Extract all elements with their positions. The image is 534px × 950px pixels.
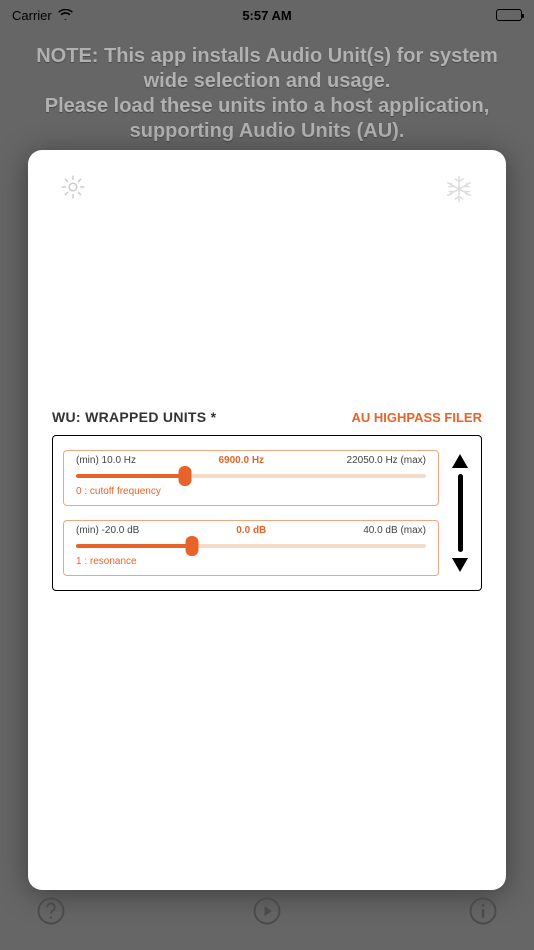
- scroll-up-icon[interactable]: [452, 454, 468, 468]
- note-line2: wide selection and usage.: [14, 69, 520, 94]
- background-note: NOTE: This app installs Audio Unit(s) fo…: [0, 30, 534, 144]
- param-slider[interactable]: [76, 538, 426, 554]
- status-right: [496, 9, 522, 21]
- scrollbar-thumb[interactable]: [458, 474, 463, 552]
- slider-fill: [76, 474, 185, 478]
- wifi-icon: [58, 8, 73, 23]
- note-line3: Please load these units into a host appl…: [14, 94, 520, 119]
- bottom-toolbar: [0, 896, 534, 926]
- info-icon[interactable]: [468, 896, 498, 926]
- param-cutoff-frequency: (min) 10.0 Hz 6900.0 Hz 22050.0 Hz (max)…: [63, 450, 439, 506]
- param-max-label: 22050.0 Hz (max): [347, 455, 426, 466]
- param-name-label: 1 : resonance: [76, 556, 426, 567]
- param-max-label: 40.0 dB (max): [363, 525, 426, 536]
- note-line1: NOTE: This app installs Audio Unit(s) fo…: [14, 44, 520, 69]
- modal-top-icons: [52, 174, 482, 209]
- modal-card: WU: WRAPPED UNITS * AU HIGHPASS FILER (m…: [28, 150, 506, 890]
- param-slider[interactable]: [76, 468, 426, 484]
- battery-icon: [496, 9, 522, 21]
- note-line4: supporting Audio Units (AU).: [14, 119, 520, 144]
- param-name-label: 0 : cutoff frequency: [76, 486, 426, 497]
- sun-icon[interactable]: [60, 174, 86, 209]
- carrier-label: Carrier: [12, 8, 52, 23]
- scroll-down-icon[interactable]: [452, 558, 468, 572]
- params-list: (min) 10.0 Hz 6900.0 Hz 22050.0 Hz (max)…: [63, 450, 439, 576]
- panel-title-row: WU: WRAPPED UNITS * AU HIGHPASS FILER: [52, 409, 482, 425]
- panel-title: WU: WRAPPED UNITS *: [52, 409, 216, 425]
- param-min-label: (min) -20.0 dB: [76, 525, 139, 536]
- slider-thumb[interactable]: [178, 466, 191, 486]
- slider-fill: [76, 544, 192, 548]
- param-min-label: (min) 10.0 Hz: [76, 455, 136, 466]
- slider-thumb[interactable]: [185, 536, 198, 556]
- play-icon[interactable]: [252, 896, 282, 926]
- scrollbar-track[interactable]: [458, 474, 463, 552]
- param-value-label: 0.0 dB: [236, 525, 266, 536]
- parameters-panel: (min) 10.0 Hz 6900.0 Hz 22050.0 Hz (max)…: [52, 435, 482, 591]
- snowflake-icon[interactable]: [444, 174, 474, 209]
- help-icon[interactable]: [36, 896, 66, 926]
- params-scrollbar[interactable]: [449, 450, 471, 576]
- param-value-label: 6900.0 Hz: [218, 455, 264, 466]
- status-bar: Carrier 5:57 AM: [0, 0, 534, 30]
- status-left: Carrier: [12, 8, 73, 23]
- unit-name: AU HIGHPASS FILER: [352, 410, 483, 425]
- param-resonance: (min) -20.0 dB 0.0 dB 40.0 dB (max) 1 : …: [63, 520, 439, 576]
- status-time: 5:57 AM: [242, 8, 291, 23]
